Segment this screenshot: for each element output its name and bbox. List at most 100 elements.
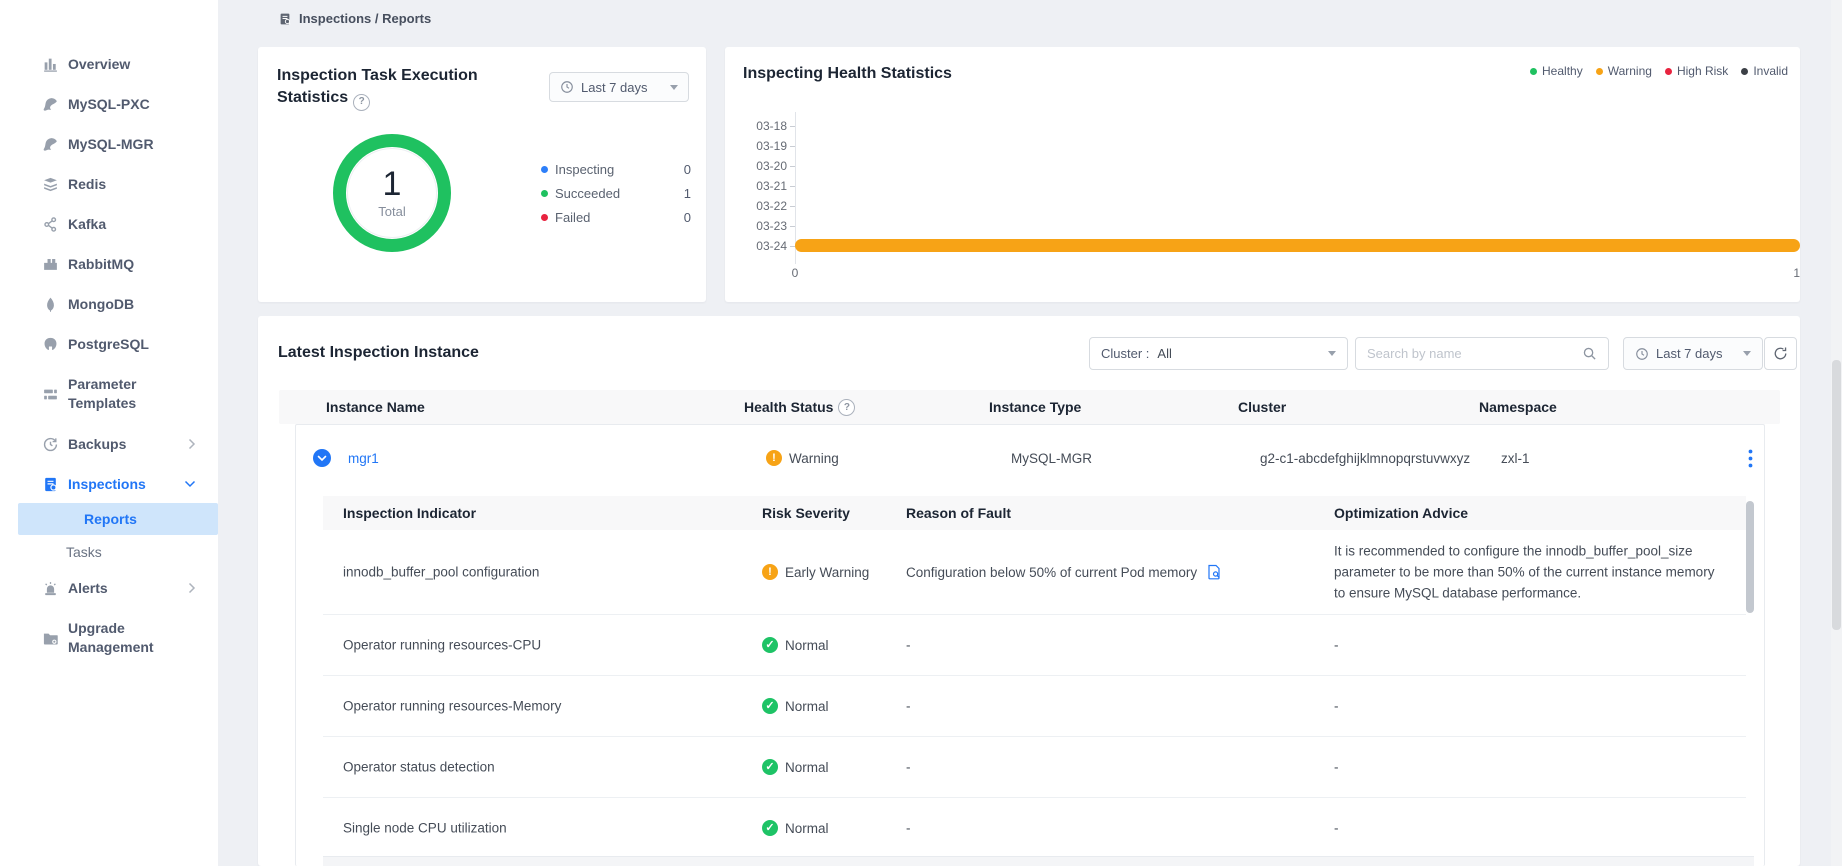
- bar-track: [795, 116, 1800, 136]
- risk-severity-badge: ✓Normal: [762, 759, 829, 775]
- detail-row: Operator status detection✓Normal--: [323, 737, 1746, 798]
- row-actions-menu-button[interactable]: [1748, 449, 1753, 468]
- x-tick-min: 0: [792, 266, 799, 280]
- reason-of-fault: -: [906, 760, 1318, 775]
- template-icon: [42, 386, 59, 403]
- next-row-partial: [323, 856, 1754, 866]
- task-card-title: Inspection Task Execution Statistics?: [277, 65, 507, 111]
- legend-value: 0: [684, 210, 691, 225]
- legend-item[interactable]: Healthy: [1530, 64, 1583, 78]
- optimization-advice: It is recommended to configure the innod…: [1334, 541, 1726, 604]
- y-tick-mark: [787, 186, 795, 187]
- detail-row: Operator running resources-CPU✓Normal--: [323, 615, 1746, 676]
- reason-text: -: [906, 638, 911, 653]
- clock-icon: [560, 80, 574, 94]
- y-tick-mark: [787, 226, 795, 227]
- task-time-filter-dropdown[interactable]: Last 7 days: [549, 72, 689, 102]
- refresh-button[interactable]: [1764, 337, 1797, 370]
- risk-severity-badge: ✓Normal: [762, 637, 829, 653]
- sidebar-item-redis[interactable]: Redis: [0, 164, 218, 204]
- optimization-advice: -: [1334, 818, 1726, 839]
- legend-label: Invalid: [1753, 64, 1788, 78]
- inspection-detail-table: Inspection Indicator Risk Severity Reaso…: [323, 496, 1746, 859]
- legend-value: 1: [684, 186, 691, 201]
- y-tick-mark: [787, 166, 795, 167]
- sidebar-item-inspections[interactable]: Inspections: [0, 464, 218, 504]
- search-input[interactable]: Search by name: [1355, 337, 1609, 370]
- instance-type-value: MySQL-MGR: [1011, 425, 1092, 491]
- legend-item[interactable]: Invalid: [1741, 64, 1788, 78]
- sidebar-item-mysql-pxc[interactable]: MySQL-PXC: [0, 84, 218, 124]
- detail-table-scrollbar[interactable]: [1746, 501, 1754, 613]
- folder-gear-icon: [42, 630, 59, 647]
- task-donut-legend: Inspecting0Succeeded1Failed0: [541, 157, 691, 229]
- sidebar-item-mysql-mgr[interactable]: MySQL-MGR: [0, 124, 218, 164]
- rabbitmq-icon: [42, 256, 59, 273]
- dolphin-icon: [42, 96, 59, 113]
- health-statistics-card: Inspecting Health Statistics Healthy Warn…: [725, 47, 1800, 302]
- legend-label: Succeeded: [555, 186, 620, 201]
- search-icon[interactable]: [1582, 346, 1597, 361]
- clock-icon: [1635, 347, 1649, 361]
- sidebar-item-overview[interactable]: Overview: [0, 44, 218, 84]
- legend-item[interactable]: Warning: [1596, 64, 1652, 78]
- sidebar-item-tasks[interactable]: Tasks: [0, 536, 218, 568]
- donut-total-value: 1: [383, 167, 402, 201]
- sidebar-item-reports[interactable]: Reports: [18, 503, 218, 535]
- sidebar-item-mongodb[interactable]: MongoDB: [0, 284, 218, 324]
- help-icon[interactable]: ?: [353, 94, 370, 111]
- check-icon: ✓: [762, 637, 778, 653]
- indicator-name: innodb_buffer_pool configuration: [343, 565, 743, 580]
- instance-health-status: ! Warning: [766, 425, 839, 491]
- health-bar-chart: 03-1803-1903-2003-2103-2203-2303-24 0 1: [743, 116, 1800, 282]
- inspection-doc-icon: [278, 12, 292, 26]
- sidebar-item-upgrade-management[interactable]: Upgrade Management: [0, 608, 218, 668]
- help-icon[interactable]: ?: [838, 399, 855, 416]
- bar-track: [795, 236, 1800, 256]
- chevron-down-icon: [1743, 351, 1751, 356]
- chevron-down-icon: [184, 480, 196, 488]
- warning-icon: !: [766, 450, 782, 466]
- task-donut-chart: 1 Total: [333, 134, 451, 252]
- legend-dot: [541, 166, 548, 173]
- donut-total-label: Total: [378, 204, 405, 219]
- legend-item: Succeeded 1: [541, 181, 691, 205]
- report-doc-icon[interactable]: [1206, 564, 1222, 580]
- dolphin-icon: [42, 136, 59, 153]
- bar-segment-warning[interactable]: [795, 239, 1800, 252]
- page-scrollbar-thumb[interactable]: [1832, 360, 1841, 630]
- section-title: Latest Inspection Instance: [278, 344, 479, 362]
- legend-item[interactable]: High Risk: [1665, 64, 1728, 78]
- chart-row: 03-21: [743, 176, 1800, 196]
- sidebar-item-parameter-templates[interactable]: Parameter Templates: [0, 364, 218, 424]
- severity-label: Normal: [785, 821, 829, 836]
- check-icon: ✓: [762, 759, 778, 775]
- col-reason-of-fault: Reason of Fault: [906, 496, 1011, 530]
- reason-text: -: [906, 760, 911, 775]
- legend-dot: [1741, 68, 1748, 75]
- health-card-title: Inspecting Health Statistics: [743, 65, 952, 83]
- sidebar-item-backups[interactable]: Backups: [0, 424, 218, 464]
- instance-time-filter-dropdown[interactable]: Last 7 days: [1623, 337, 1763, 370]
- cluster-filter-dropdown[interactable]: Cluster : All: [1089, 337, 1348, 370]
- chart-row: 03-19: [743, 136, 1800, 156]
- y-tick-mark: [787, 126, 795, 127]
- sidebar-item-alerts[interactable]: Alerts: [0, 568, 218, 608]
- col-health-status: Health Status?: [744, 390, 855, 424]
- breadcrumb-path: Inspections / Reports: [299, 11, 431, 26]
- reason-of-fault: Configuration below 50% of current Pod m…: [906, 564, 1318, 580]
- chart-x-axis: 0 1: [795, 266, 1800, 282]
- y-tick-label: 03-22: [743, 199, 787, 213]
- collapse-row-button[interactable]: [313, 425, 331, 491]
- indicator-name: Operator running resources-Memory: [343, 699, 743, 714]
- col-namespace: Namespace: [1479, 390, 1557, 424]
- sidebar-item-postgresql[interactable]: PostgreSQL: [0, 324, 218, 364]
- detail-row: Operator running resources-Memory ✓Normal…: [323, 676, 1746, 737]
- sidebar-item-kafka[interactable]: Kafka: [0, 204, 218, 244]
- instance-name-link[interactable]: mgr1: [348, 425, 379, 491]
- col-inspection-indicator: Inspection Indicator: [343, 496, 476, 530]
- sidebar-item-rabbitmq[interactable]: RabbitMQ: [0, 244, 218, 284]
- col-cluster: Cluster: [1238, 390, 1286, 424]
- y-tick-label: 03-18: [743, 119, 787, 133]
- risk-severity-badge: ✓Normal: [762, 698, 829, 714]
